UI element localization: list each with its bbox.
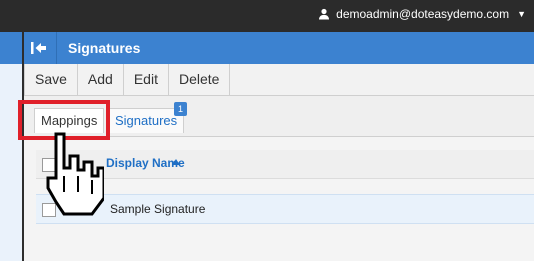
table-row[interactable]: Sample Signature (36, 194, 534, 224)
outer-sidebar-header (0, 32, 22, 64)
sort-asc-icon (172, 159, 180, 165)
edit-button[interactable]: Edit (124, 64, 169, 95)
tab-badge: 1 (174, 102, 187, 116)
user-label: demoadmin@doteasydemo.com (336, 7, 510, 21)
save-button[interactable]: Save (24, 64, 78, 95)
grid-header: Display Name (36, 150, 534, 179)
user-menu[interactable]: demoadmin@doteasydemo.com ▼ (318, 7, 526, 21)
user-icon (319, 8, 330, 20)
add-button[interactable]: Add (78, 64, 124, 95)
caret-down-icon: ▼ (517, 9, 526, 19)
panel-header: Signatures (24, 32, 534, 64)
tab-signatures[interactable]: Signatures (108, 108, 185, 133)
row-label: Sample Signature (110, 202, 206, 216)
toolbar: Save Add Edit Delete (24, 64, 534, 96)
delete-button[interactable]: Delete (169, 64, 231, 95)
hand-cursor-icon (46, 132, 104, 216)
top-bar: demoadmin@doteasydemo.com ▼ (0, 0, 534, 32)
header-divider (56, 32, 57, 64)
outer-sidebar (0, 32, 23, 261)
collapse-left-icon[interactable] (30, 39, 48, 57)
page-title: Signatures (68, 40, 141, 56)
